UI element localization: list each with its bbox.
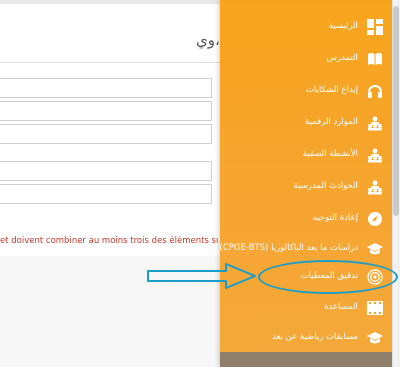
sidebar-item-label: الرئيسية: [328, 21, 358, 31]
graduation-cap-icon: [366, 240, 384, 258]
form-field[interactable]: [0, 184, 212, 204]
sidebar-menu: الرئيسية التمدرس إيداع الشكايات الموارد …: [220, 0, 392, 367]
dashboard-icon: [366, 18, 384, 36]
sidebar-item-label: إعادة التوجيه: [312, 213, 358, 223]
highlight-ellipse: [258, 260, 398, 294]
group-icon: [366, 178, 384, 196]
sidebar-item-schooling[interactable]: التمدرس: [220, 44, 392, 74]
sidebar-item-label: إيداع الشكايات: [305, 85, 358, 95]
form-field[interactable]: [0, 124, 212, 144]
sidebar-item-remote-competitions[interactable]: مسابقات رياضية عن بعد: [220, 323, 392, 353]
group-icon: [366, 146, 384, 164]
sidebar-item-school-accidents[interactable]: الحوادث المدرسية: [220, 172, 392, 202]
page-scrollbar[interactable]: [392, 0, 400, 367]
form-field[interactable]: [0, 78, 212, 98]
sidebar-item-label: الأنشطة الصفية: [302, 149, 358, 159]
form-field[interactable]: [0, 161, 212, 181]
sidebar-item-label: الحوادث المدرسية: [293, 181, 358, 191]
annotation-arrow-icon: [147, 263, 256, 289]
sidebar-item-home[interactable]: الرئيسية: [220, 12, 392, 42]
sidebar-item-label: دراسات ما بعد الباكالوريا (CPGE-BTS): [220, 243, 358, 253]
sidebar-item-help[interactable]: المساعدة: [220, 293, 392, 323]
sidebar-item-reorientation[interactable]: إعادة التوجيه: [220, 204, 392, 234]
sidebar-item-label: التمدرس: [326, 53, 358, 63]
sidebar-footer: [220, 352, 392, 367]
sidebar-item-complaints[interactable]: إيداع الشكايات: [220, 76, 392, 106]
graduation-cap-icon: [366, 329, 384, 347]
scrollbar-thumb[interactable]: [393, 6, 399, 216]
compass-icon: [366, 210, 384, 228]
page-title-fragment: وي،: [196, 31, 220, 49]
film-icon: [366, 299, 384, 317]
book-icon: [366, 50, 384, 68]
form-field[interactable]: [0, 101, 212, 121]
sidebar-item-label: الموارد الرقمية: [305, 117, 358, 127]
sidebar-item-label: المساعدة: [323, 302, 358, 312]
sidebar-item-class-activities[interactable]: الأنشطة الصفية: [220, 140, 392, 170]
headset-icon: [366, 82, 384, 100]
group-icon: [366, 114, 384, 132]
sidebar-item-label: مسابقات رياضية عن بعد: [272, 332, 358, 342]
sidebar-item-digital-resources[interactable]: الموارد الرقمية: [220, 108, 392, 138]
password-error-message: et doivent combiner au moins trois des é…: [0, 236, 218, 246]
sidebar-item-post-bac[interactable]: دراسات ما بعد الباكالوريا (CPGE-BTS): [220, 234, 392, 264]
